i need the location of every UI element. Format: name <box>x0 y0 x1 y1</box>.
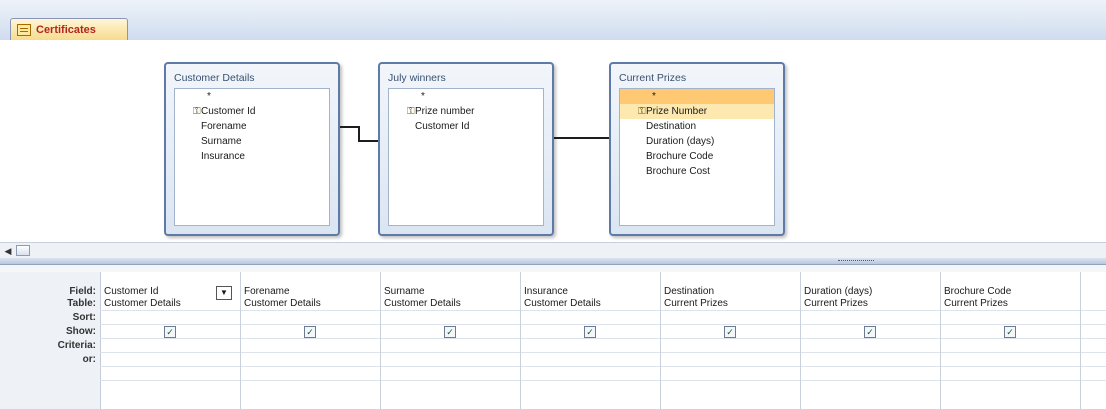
field-destination[interactable]: Destination <box>620 119 774 134</box>
show-checkbox[interactable]: ✓ <box>864 326 876 338</box>
grid-column[interactable]: Brochure Code Current Prizes ✓ <box>940 272 1081 409</box>
field-list-title[interactable]: Customer Details <box>174 72 255 84</box>
grid-column[interactable]: Customer Id ▼ Customer Details ✓ <box>100 272 241 409</box>
show-checkbox[interactable]: ✓ <box>444 326 456 338</box>
field-list-title[interactable]: July winners <box>388 72 446 84</box>
field-brochure-code[interactable]: Brochure Code <box>620 149 774 164</box>
row-label-table: Table: <box>67 298 96 309</box>
grid-column[interactable]: Forename Customer Details ✓ <box>240 272 381 409</box>
show-checkbox[interactable]: ✓ <box>164 326 176 338</box>
field-list-title[interactable]: Current Prizes <box>619 72 686 84</box>
field-list-current-prizes[interactable]: Current Prizes * ⚿ Prize Number Destinati… <box>609 62 785 236</box>
pane-splitter[interactable] <box>0 258 1106 265</box>
horizontal-scrollbar[interactable]: ◀ <box>0 242 1106 259</box>
grid-column[interactable]: Duration (days) Current Prizes ✓ <box>800 272 941 409</box>
primary-key-icon: ⚿ <box>407 106 415 117</box>
row-label-show: Show: <box>66 326 96 337</box>
show-checkbox[interactable]: ✓ <box>304 326 316 338</box>
grid-table-cell[interactable]: Customer Details <box>524 298 601 309</box>
document-tab-strip: Certificates <box>0 0 1106 41</box>
field-forename[interactable]: Forename <box>175 119 329 134</box>
grid-table-cell[interactable]: Current Prizes <box>804 298 868 309</box>
grid-row-labels: Field: Table: Sort: Show: Criteria: or: <box>0 272 101 409</box>
row-label-or: or: <box>82 354 96 365</box>
field-insurance[interactable]: Insurance <box>175 149 329 164</box>
grid-column[interactable]: Destination Current Prizes ✓ <box>660 272 801 409</box>
show-checkbox[interactable]: ✓ <box>724 326 736 338</box>
field-list: * ⚿ Customer Id Forename Surname Insuranc… <box>174 88 330 226</box>
dropdown-arrow-icon[interactable]: ▼ <box>216 286 232 300</box>
grid-field-cell[interactable]: Destination <box>664 286 714 297</box>
row-label-field: Field: <box>69 286 96 297</box>
field-list-customer-details[interactable]: Customer Details * ⚿ Customer Id Forename… <box>164 62 340 236</box>
grid-field-cell[interactable]: Insurance <box>524 286 568 297</box>
query-design-grid: Field: Table: Sort: Show: Criteria: or: … <box>0 272 1106 409</box>
field-all[interactable]: * <box>389 89 543 104</box>
grid-table-cell[interactable]: Customer Details <box>104 298 181 309</box>
join-line[interactable] <box>340 126 360 128</box>
join-line[interactable] <box>554 137 609 139</box>
field-customer-id[interactable]: ⚿ Customer Id <box>175 104 329 119</box>
grid-column[interactable]: Insurance Customer Details ✓ <box>520 272 661 409</box>
grid-table-cell[interactable]: Customer Details <box>244 298 321 309</box>
grid-table-cell[interactable]: Current Prizes <box>944 298 1008 309</box>
field-list: * ⚿ Prize Number Destination Duration (da… <box>619 88 775 226</box>
row-label-criteria: Criteria: <box>57 340 96 351</box>
grid-field-cell[interactable]: Surname <box>384 286 425 297</box>
tab-certificates[interactable]: Certificates <box>10 18 128 40</box>
show-checkbox[interactable]: ✓ <box>584 326 596 338</box>
primary-key-icon: ⚿ <box>193 106 201 117</box>
grid-table-cell[interactable]: Current Prizes <box>664 298 728 309</box>
join-line[interactable] <box>358 140 378 142</box>
field-list-july-winners[interactable]: July winners * ⚿ Prize number Customer Id <box>378 62 554 236</box>
query-icon <box>17 23 31 36</box>
row-label-sort: Sort: <box>72 312 96 323</box>
grid-field-cell[interactable]: Forename <box>244 286 290 297</box>
query-design-pane: Customer Details * ⚿ Customer Id Forename… <box>0 40 1106 259</box>
field-all[interactable]: * <box>175 89 329 104</box>
field-surname[interactable]: Surname <box>175 134 329 149</box>
grid-field-cell[interactable]: Brochure Code <box>944 286 1011 297</box>
scroll-thumb[interactable] <box>16 245 30 256</box>
splitter-grip[interactable] <box>838 260 874 263</box>
grid-field-cell[interactable]: Duration (days) <box>804 286 872 297</box>
grid-table-cell[interactable]: Customer Details <box>384 298 461 309</box>
field-prize-number[interactable]: ⚿ Prize Number <box>620 104 774 119</box>
field-duration[interactable]: Duration (days) <box>620 134 774 149</box>
field-brochure-cost[interactable]: Brochure Cost <box>620 164 774 179</box>
scroll-left-icon[interactable]: ◀ <box>2 245 14 257</box>
primary-key-icon: ⚿ <box>638 106 646 117</box>
field-all[interactable]: * <box>620 89 774 104</box>
field-list: * ⚿ Prize number Customer Id <box>388 88 544 226</box>
show-checkbox[interactable]: ✓ <box>1004 326 1016 338</box>
field-prize-number[interactable]: ⚿ Prize number <box>389 104 543 119</box>
grid-field-cell[interactable]: Customer Id <box>104 286 158 297</box>
field-customer-id[interactable]: Customer Id <box>389 119 543 134</box>
tab-label: Certificates <box>36 23 96 36</box>
grid-column[interactable]: Surname Customer Details ✓ <box>380 272 521 409</box>
